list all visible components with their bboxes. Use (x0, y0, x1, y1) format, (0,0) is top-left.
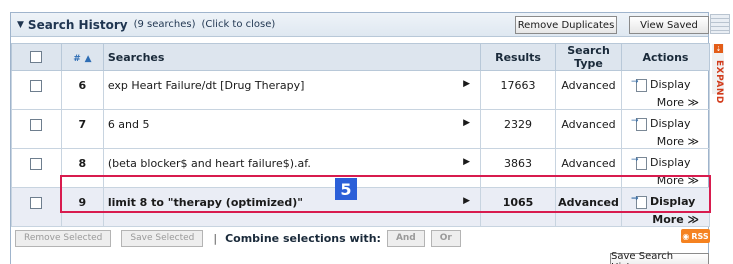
sort-ascending-icon[interactable]: ▲ (85, 54, 92, 64)
search-type: Advanced (555, 148, 622, 188)
expand-label[interactable]: EXPAND (714, 60, 724, 104)
selection-toolbar: Remove Selected Save Selected Combine se… (11, 227, 710, 249)
row-number: 7 (60, 109, 104, 149)
step-marker: 5 (335, 178, 357, 200)
display-icon (631, 155, 647, 170)
search-history-table: # ▲ Searches Results Search Type Actions… (11, 43, 711, 227)
save-selected-button[interactable]: Save Selected (121, 229, 204, 247)
column-results: Results (480, 43, 556, 71)
expand-icon[interactable]: ⇣ (714, 44, 723, 53)
column-actions: Actions (620, 43, 711, 71)
resize-grip-icon[interactable] (710, 14, 730, 34)
more-link[interactable]: More ≫ (632, 213, 705, 226)
or-button[interactable]: Or (430, 229, 461, 247)
row-number: 6 (60, 70, 104, 110)
table-row: 8 (beta blocker$ and heart failure$).af.… (11, 148, 711, 188)
collapse-triangle-icon[interactable]: ▼ (17, 20, 24, 30)
results-count[interactable]: 17663 (480, 70, 556, 110)
more-link[interactable]: More ≫ (632, 96, 705, 109)
column-number[interactable]: # ▲ (60, 43, 104, 71)
row-number: 8 (60, 148, 104, 188)
search-type: Advanced (555, 109, 622, 149)
display-link[interactable]: Display (631, 194, 705, 209)
display-icon (631, 77, 647, 92)
table-row-selected: 9 limit 8 to "therapy (optimized)" ▶ 1065… (11, 187, 711, 227)
display-icon (631, 194, 647, 209)
remove-duplicates-button[interactable]: Remove Duplicates (515, 16, 617, 34)
results-count[interactable]: 2329 (480, 109, 556, 149)
view-saved-button[interactable]: View Saved (629, 16, 709, 34)
column-searches: Searches (102, 43, 482, 71)
and-button[interactable]: And (386, 229, 425, 247)
search-history-panel: ▼ Search History (9 searches) (Click to … (10, 12, 711, 264)
table-row: 6 exp Heart Failure/dt [Drug Therapy] ▶ 1… (11, 70, 711, 110)
close-hint[interactable]: (Click to close) (202, 19, 276, 30)
rss-button[interactable]: ◉ RSS (681, 229, 710, 243)
search-query[interactable]: 6 and 5 (108, 118, 150, 131)
results-count[interactable]: 1065 (480, 187, 556, 227)
search-query[interactable]: exp Heart Failure/dt [Drug Therapy] (108, 79, 305, 92)
results-count[interactable]: 3863 (480, 148, 556, 188)
table-row: 7 6 and 5 ▶ 2329 Advanced Display More ≫ (11, 109, 711, 149)
display-link[interactable]: Display (631, 155, 705, 170)
row-checkbox[interactable] (30, 119, 43, 131)
display-link[interactable]: Display (631, 77, 705, 92)
save-search-history-button[interactable]: Save Search History (610, 251, 709, 264)
display-icon (631, 116, 647, 131)
search-count: (9 searches) (133, 19, 196, 30)
search-type: Advanced (555, 70, 622, 110)
panel-title: Search History (27, 17, 128, 32)
expand-arrow-icon[interactable]: ▶ (463, 79, 470, 89)
search-query[interactable]: limit 8 to "therapy (optimized)" (108, 196, 303, 209)
combine-label: Combine selections with: (225, 231, 381, 245)
row-checkbox[interactable] (30, 197, 43, 209)
select-all-header (11, 43, 62, 71)
search-type: Advanced (555, 187, 622, 227)
expand-arrow-icon[interactable]: ▶ (463, 118, 470, 128)
column-search-type: Search Type (555, 43, 622, 71)
row-number: 9 (60, 187, 104, 227)
more-link[interactable]: More ≫ (632, 135, 705, 148)
rss-icon: ◉ (682, 231, 690, 241)
combine-selections: Combine selections with: And Or (213, 229, 461, 247)
expand-arrow-icon[interactable]: ▶ (463, 196, 470, 206)
row-checkbox[interactable] (30, 158, 43, 170)
search-query[interactable]: (beta blocker$ and heart failure$).af. (108, 157, 311, 170)
remove-selected-button[interactable]: Remove Selected (15, 229, 112, 247)
expand-arrow-icon[interactable]: ▶ (463, 157, 470, 167)
display-link[interactable]: Display (631, 116, 705, 131)
row-checkbox[interactable] (30, 80, 43, 92)
more-link[interactable]: More ≫ (632, 174, 705, 187)
select-all-checkbox[interactable] (30, 51, 43, 63)
